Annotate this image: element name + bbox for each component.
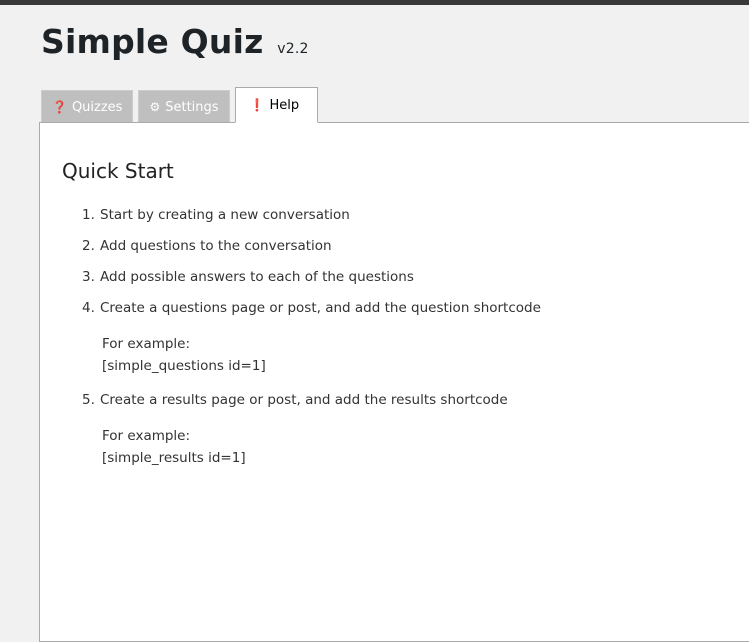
step-number: 2. bbox=[82, 238, 95, 254]
step-number: 4. bbox=[82, 300, 95, 316]
help-panel: Quick Start 1. Start by creating a new co… bbox=[39, 122, 749, 642]
exclamation-circle-icon: ❗ bbox=[249, 98, 265, 112]
questions-shortcode: [simple_questions id=1] bbox=[102, 358, 266, 374]
questions-shortcode-example: For example: [simple_questions id=1] bbox=[102, 333, 541, 377]
step-3: 3. Add possible answers to each of the qu… bbox=[82, 265, 541, 289]
tab-quizzes-label: Quizzes bbox=[71, 99, 123, 115]
step-1: 1. Start by creating a new conversation bbox=[82, 203, 541, 227]
results-shortcode-example: For example: [simple_results id=1] bbox=[102, 425, 541, 469]
step-text: Add questions to the conversation bbox=[100, 238, 332, 254]
step-text: Start by creating a new conversation bbox=[100, 207, 350, 223]
tab-settings[interactable]: ⚙ Settings bbox=[138, 90, 230, 123]
step-5: 5. Create a results page or post, and add… bbox=[82, 388, 541, 469]
tab-quizzes[interactable]: ❓ Quizzes bbox=[41, 90, 134, 123]
results-shortcode: [simple_results id=1] bbox=[102, 450, 246, 466]
example-label: For example: bbox=[102, 336, 191, 352]
gears-icon: ⚙ bbox=[149, 100, 161, 114]
step-text: Create a results page or post, and add t… bbox=[100, 392, 508, 408]
page-title: Simple Quiz v2.2 bbox=[41, 22, 309, 69]
top-border bbox=[0, 0, 749, 5]
example-label: For example: bbox=[102, 428, 191, 444]
step-number: 3. bbox=[82, 269, 95, 285]
page-title-text: Simple Quiz bbox=[41, 22, 264, 61]
quick-start-heading: Quick Start bbox=[62, 159, 174, 183]
step-2: 2. Add questions to the conversation bbox=[82, 234, 541, 258]
quick-start-steps: 1. Start by creating a new conversation 2… bbox=[82, 203, 541, 480]
question-circle-icon: ❓ bbox=[52, 100, 67, 114]
step-4: 4. Create a questions page or post, and a… bbox=[82, 296, 541, 377]
tab-settings-label: Settings bbox=[165, 99, 219, 115]
version-label: v2.2 bbox=[277, 41, 309, 57]
step-number: 1. bbox=[82, 207, 95, 223]
tab-bar: ❓ Quizzes ⚙ Settings ❗ Help bbox=[41, 87, 319, 123]
step-text: Add possible answers to each of the ques… bbox=[100, 269, 414, 285]
step-number: 5. bbox=[82, 392, 95, 408]
step-text: Create a questions page or post, and add… bbox=[100, 300, 541, 316]
tab-help-label: Help bbox=[269, 97, 300, 113]
tab-help[interactable]: ❗ Help bbox=[234, 87, 319, 123]
